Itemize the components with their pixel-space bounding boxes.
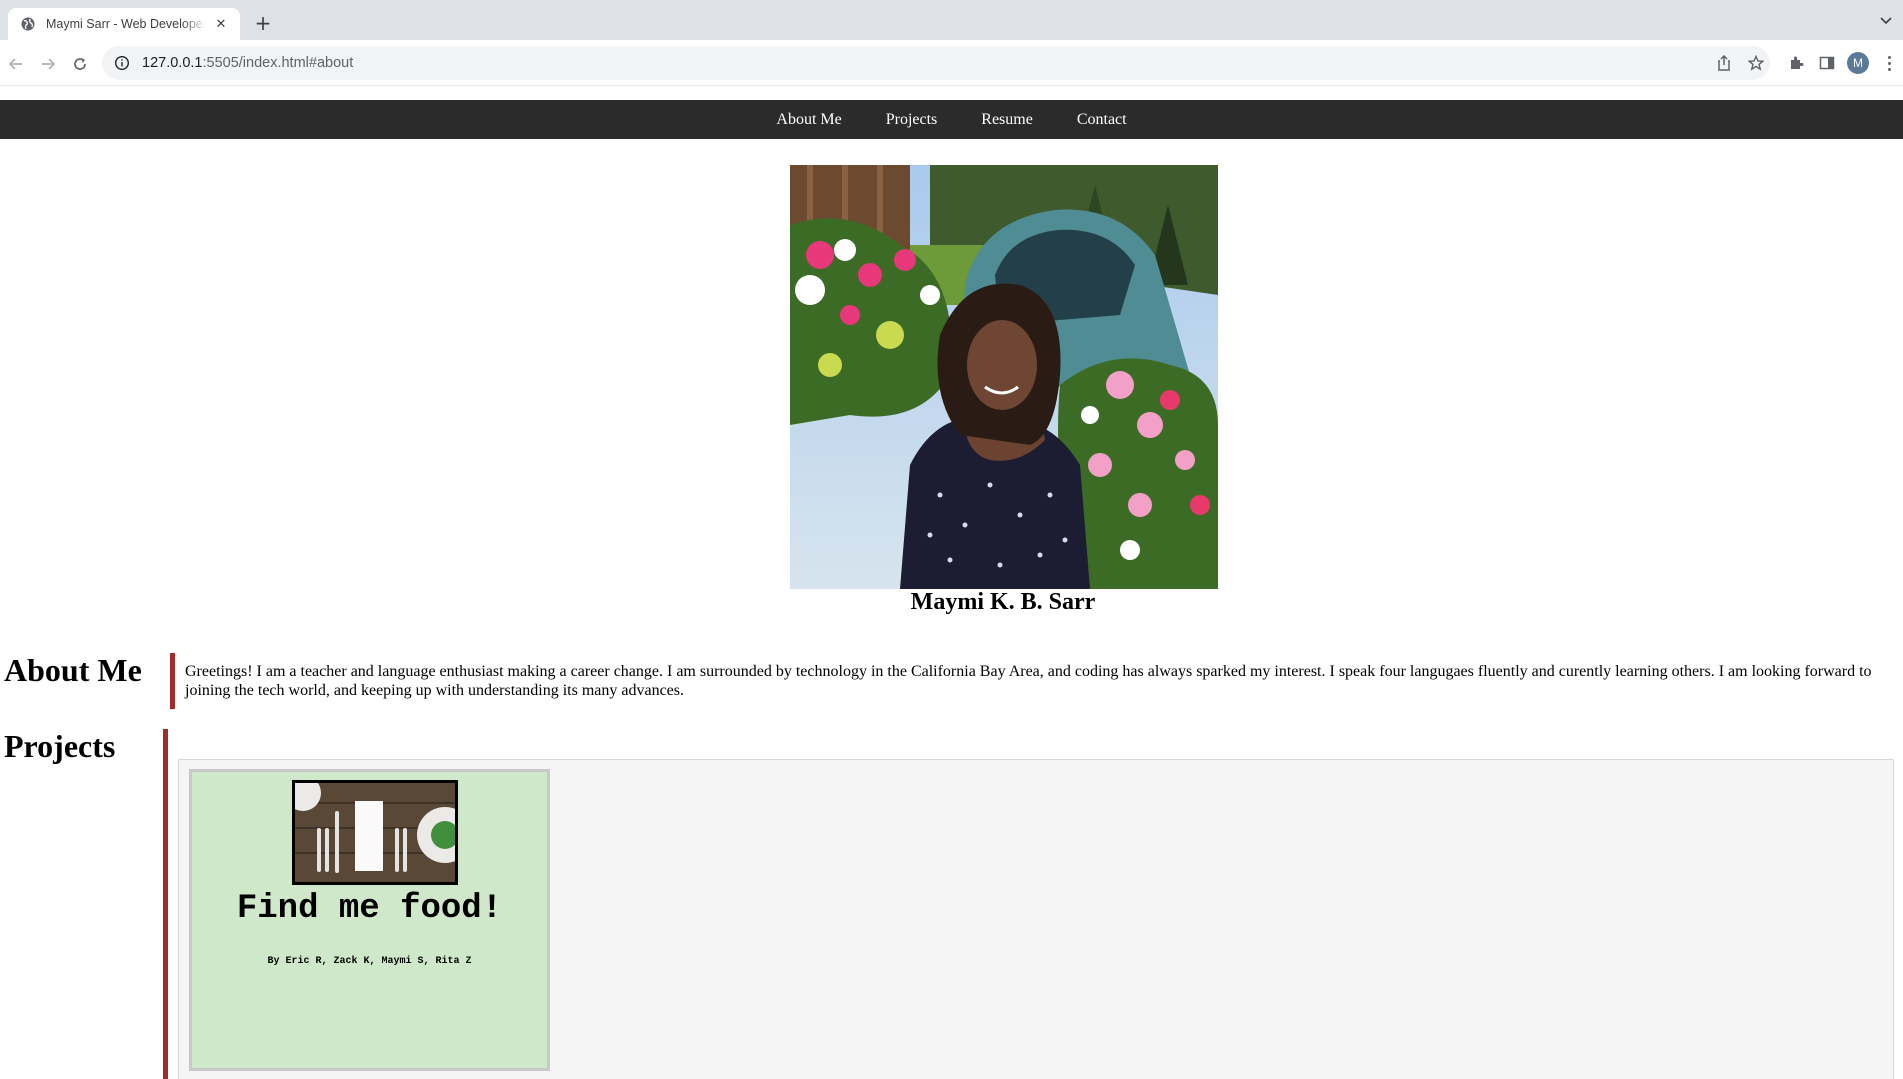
about-heading: About Me: [4, 652, 142, 688]
star-icon[interactable]: [1744, 51, 1768, 75]
more-menu-icon[interactable]: [1884, 52, 1894, 74]
about-accent-bar: [170, 653, 175, 709]
about-text: Greetings! I am a teacher and language e…: [185, 663, 1872, 699]
projects-heading: Projects: [4, 728, 116, 764]
profile-name: Maymi K. B. Sarr: [910, 589, 1096, 615]
nav-contact[interactable]: Contact: [1077, 111, 1127, 129]
project-card-title: Find me food!: [236, 890, 503, 928]
site-nav: About Me Projects Resume Contact: [0, 100, 1903, 139]
side-panel-icon[interactable]: [1815, 51, 1839, 75]
extensions-icon[interactable]: [1784, 51, 1808, 75]
reload-icon[interactable]: [68, 52, 92, 76]
nav-resume[interactable]: Resume: [981, 111, 1033, 129]
project-card-authors: By Eric R, Zack K, Maymi S, Rita Z: [267, 956, 472, 967]
forward-arrow-icon[interactable]: [36, 52, 60, 76]
globe-icon: [20, 16, 36, 32]
browser-tab[interactable]: Maymi Sarr - Web Developer Portfolio ✕: [8, 8, 240, 40]
share-icon[interactable]: [1712, 51, 1736, 75]
info-icon[interactable]: [114, 55, 130, 71]
chevron-down-icon[interactable]: [1877, 12, 1895, 30]
back-arrow-icon[interactable]: [4, 52, 28, 76]
nav-about-me[interactable]: About Me: [776, 111, 841, 129]
profile-avatar[interactable]: M: [1847, 52, 1869, 74]
url-text: 127.0.0.1:5505/index.html#about: [142, 55, 354, 71]
profile-photo: [790, 165, 1218, 589]
tab-title: Maymi Sarr - Web Developer Portfolio: [46, 17, 206, 31]
address-bar[interactable]: 127.0.0.1:5505/index.html#about: [102, 46, 1770, 80]
browser-toolbar: 127.0.0.1:5505/index.html#about: [0, 40, 1903, 86]
project-thumbnail: [285, 775, 473, 885]
projects-accent-bar: [163, 729, 168, 1079]
nav-projects[interactable]: Projects: [886, 111, 938, 129]
browser-tabstrip: Maymi Sarr - Web Developer Portfolio ✕ +: [0, 0, 1903, 40]
new-tab-icon[interactable]: +: [252, 11, 274, 35]
close-tab-icon[interactable]: ✕: [212, 15, 230, 33]
project-card[interactable]: Find me food! By Eric R, Zack K, Maymi S…: [189, 769, 550, 1071]
